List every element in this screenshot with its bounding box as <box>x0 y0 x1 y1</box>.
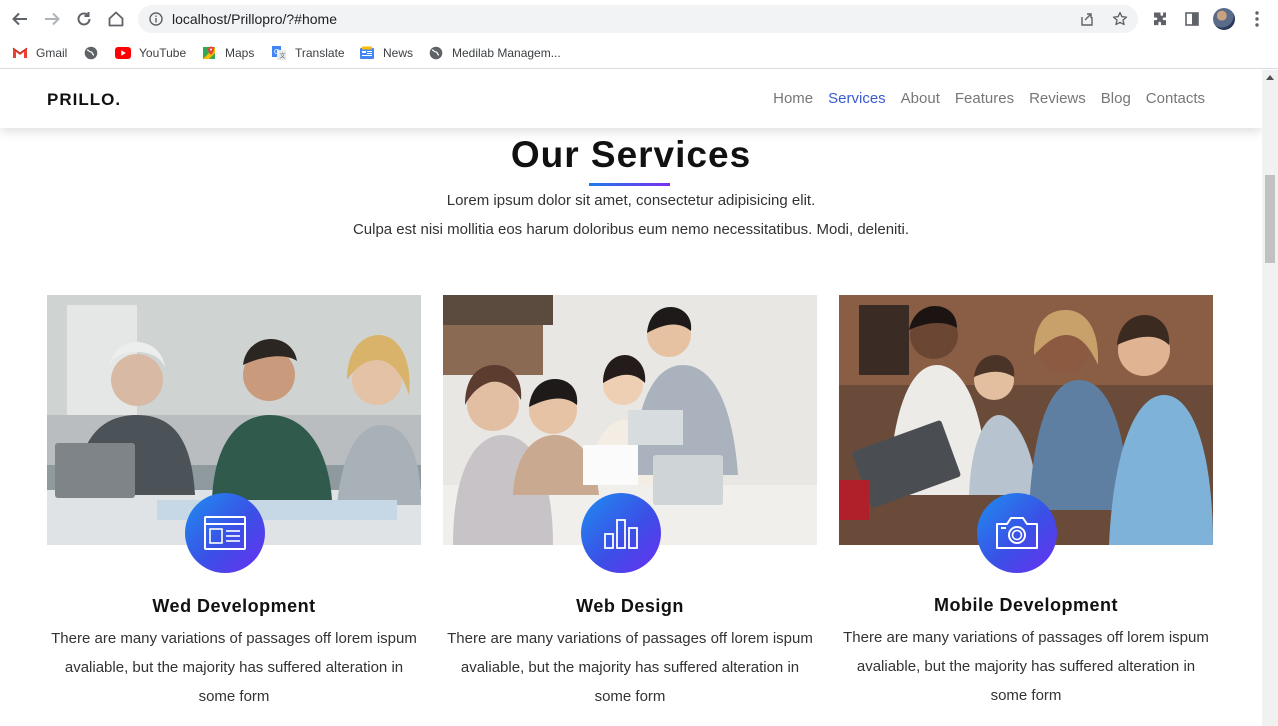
main-nav: Home Services About Features Reviews Blo… <box>758 90 1205 107</box>
scroll-up-arrow-icon[interactable] <box>1266 75 1274 80</box>
site-logo[interactable]: PRILLO. <box>47 90 121 110</box>
url-text: localhost/Prillopro/?#home <box>172 11 337 27</box>
gmail-icon <box>12 45 28 61</box>
menu-kebab-icon[interactable] <box>1245 7 1269 31</box>
bookmark-medilab[interactable]: Medilab Managem... <box>428 43 561 63</box>
nav-contacts[interactable]: Contacts <box>1146 90 1205 107</box>
bookmark-globe[interactable] <box>83 43 107 63</box>
svg-text:文: 文 <box>280 52 286 60</box>
globe-icon <box>83 45 99 61</box>
section-title: Our Services <box>510 134 752 175</box>
youtube-icon <box>115 45 131 61</box>
profile-avatar[interactable] <box>1213 8 1235 30</box>
reload-icon[interactable] <box>72 7 96 31</box>
nav-reviews[interactable]: Reviews <box>1029 90 1086 107</box>
share-icon[interactable] <box>1078 10 1096 28</box>
service-title-mobile-development: Mobile Development <box>933 595 1119 615</box>
home-icon[interactable] <box>104 7 128 31</box>
service-text-web-development: There are many variations of passages of… <box>51 630 417 705</box>
side-panel-icon[interactable] <box>1180 7 1204 31</box>
section-subtitle-2: Culpa est nisi mollitia eos harum dolori… <box>352 221 910 238</box>
globe-icon <box>428 45 444 61</box>
scroll-thumb[interactable] <box>1265 175 1275 263</box>
browser-window-icon <box>185 493 265 573</box>
service-title-web-development: Wed Development <box>152 596 316 616</box>
bookmark-maps[interactable]: Maps <box>201 43 254 63</box>
news-icon <box>359 45 375 61</box>
service-text-web-design: There are many variations of passages of… <box>447 630 813 705</box>
nav-home[interactable]: Home <box>773 90 813 107</box>
star-icon[interactable] <box>1111 10 1129 28</box>
back-arrow-icon[interactable] <box>8 7 32 31</box>
forward-arrow-icon[interactable] <box>40 7 64 31</box>
translate-icon: G文 <box>271 45 287 61</box>
bookmarks-bar: Gmail YouTube Maps G文 Translate News Med… <box>0 38 1278 69</box>
nav-features[interactable]: Features <box>955 90 1014 107</box>
page-viewport: PRILLO. Home Services About Features Rev… <box>0 70 1262 726</box>
service-text-mobile-development: There are many variations of passages of… <box>843 629 1209 704</box>
bookmark-translate[interactable]: G文 Translate <box>271 43 345 63</box>
browser-toolbar: localhost/Prillopro/?#home <box>0 0 1278 38</box>
nav-about[interactable]: About <box>901 90 940 107</box>
maps-icon <box>201 45 217 61</box>
bookmark-gmail[interactable]: Gmail <box>12 43 67 63</box>
bookmark-news[interactable]: News <box>359 43 413 63</box>
service-title-web-design: Web Design <box>576 596 684 616</box>
address-bar[interactable]: localhost/Prillopro/?#home <box>138 5 1138 33</box>
section-subtitle-1: Lorem ipsum dolor sit amet, consectetur … <box>446 192 816 209</box>
extensions-icon[interactable] <box>1148 7 1172 31</box>
title-underline <box>589 183 670 186</box>
site-header: PRILLO. Home Services About Features Rev… <box>0 70 1262 128</box>
bookmark-youtube[interactable]: YouTube <box>115 43 186 63</box>
bar-chart-icon <box>581 493 661 573</box>
nav-services[interactable]: Services <box>828 90 886 107</box>
page-scrollbar[interactable] <box>1262 70 1278 726</box>
nav-blog[interactable]: Blog <box>1101 90 1131 107</box>
camera-icon <box>977 493 1057 573</box>
info-icon[interactable] <box>147 10 165 28</box>
